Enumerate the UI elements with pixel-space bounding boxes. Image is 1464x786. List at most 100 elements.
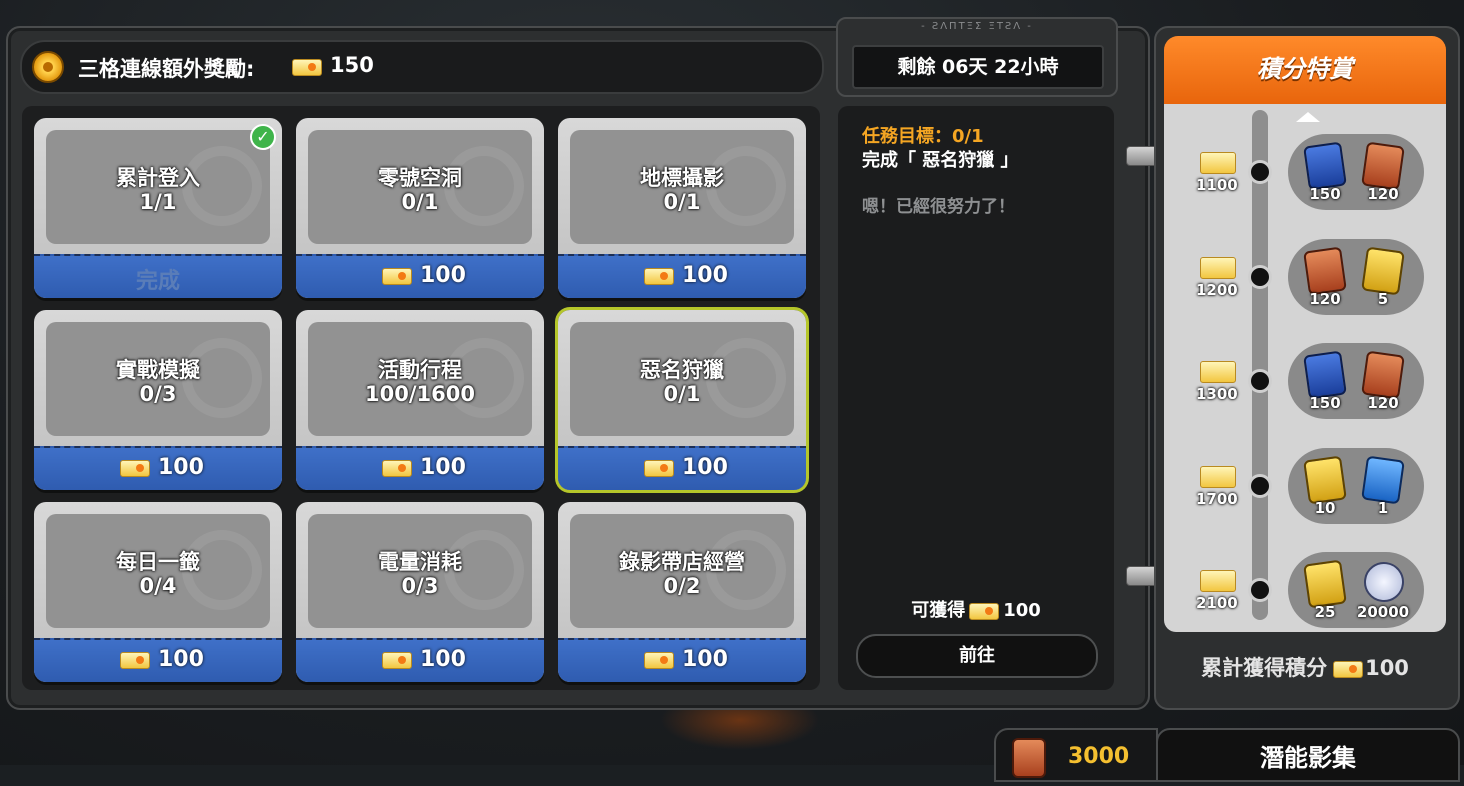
red-book-icon [1303,246,1347,296]
card-reward: 100 [158,647,204,672]
item-count: 20000 [1356,603,1410,621]
gold-chip-icon [1303,455,1347,505]
card-progress: 0/1 [663,190,701,214]
total-points: 累計獲得積分 100 [1164,652,1446,682]
item-count: 1 [1377,499,1389,517]
card-status: 完成 [135,269,180,294]
scroll-up-arrow-icon[interactable] [1296,112,1320,122]
bingo-card[interactable]: 惡名狩獵 0/1 100 [558,310,806,490]
card-progress: 0/3 [139,382,177,406]
bonus-label: 三格連線額外獎勵: [78,57,255,81]
bingo-card[interactable]: 電量消耗 0/3 100 [296,502,544,682]
ticket-icon [1200,570,1236,592]
card-title: 地標攝影 [640,166,724,190]
tier-node [1248,474,1272,498]
card-reward: 100 [682,455,728,480]
card-footer: 完成 [34,254,282,298]
bingo-card[interactable]: 地標攝影 0/1 100 [558,118,806,298]
item-count: 10 [1314,499,1336,517]
bonus-value: 150 [330,53,374,77]
tier-node [1248,578,1272,602]
tier-points: 1300 [1196,385,1238,403]
item-count: 120 [1309,290,1341,308]
ticket-icon [1200,257,1236,279]
card-footer: 100 [296,254,544,298]
card-progress: 100/1600 [365,382,475,406]
card-footer: 100 [558,638,806,682]
ticket-icon [1200,152,1236,174]
total-points-label: 累計獲得積分 [1201,656,1328,680]
ticket-icon [382,652,412,669]
reward-track [1252,110,1268,620]
obtain-value: 100 [1003,600,1041,621]
card-footer: 100 [34,638,282,682]
points-reward-title: 積分特賞 [1164,36,1446,104]
red-book-icon [1361,141,1405,191]
card-progress: 1/1 [139,190,177,214]
ticket-icon [382,268,412,285]
potential-album-tab[interactable]: 潛能影集 [1156,728,1460,782]
card-footer: 100 [558,254,806,298]
card-progress: 0/2 [663,574,701,598]
currency-value: 3000 [1068,744,1130,769]
check-icon: ✓ [250,124,276,150]
blue-book-icon [1303,350,1347,400]
tier-node [1248,369,1272,393]
bingo-card[interactable]: 活動行程 100/1600 100 [296,310,544,490]
ticket-icon [292,59,322,76]
mission-description: 完成「 惡名狩獵 」 [862,150,1019,171]
obtain-label: 可獲得 [911,600,966,621]
tier-points: 1700 [1196,490,1238,508]
ticket-icon [382,460,412,477]
currency-display: 3000 [994,728,1158,782]
card-progress: 0/1 [663,382,701,406]
bingo-card[interactable]: 錄影帶店經營 0/2 100 [558,502,806,682]
bonus-bar: 三格連線額外獎勵: 150 [20,40,824,94]
bingo-card[interactable]: 實戰模擬 0/3 100 [34,310,282,490]
tier-points: 2100 [1196,594,1238,612]
mission-goal: 任務目標：0/1 [862,126,984,147]
bingo-card[interactable]: 每日一籤 0/4 100 [34,502,282,682]
card-reward: 100 [420,263,466,288]
item-count: 5 [1377,290,1389,308]
ticket-icon [1200,361,1236,383]
card-title: 錄影帶店經營 [619,550,745,574]
card-progress: 0/3 [401,574,439,598]
bingo-card[interactable]: 零號空洞 0/1 100 [296,118,544,298]
obtainable-reward: 可獲得 100 [838,596,1114,622]
tier-points: 1200 [1196,281,1238,299]
item-count: 120 [1367,394,1399,412]
blue-card-icon [1361,455,1405,505]
ticket-icon [120,460,150,477]
card-reward: 100 [158,455,204,480]
mission-detail: 任務目標：0/1 完成「 惡名狩獵 」 嗯！已經很努力了！ 可獲得 100 前往 [838,106,1114,690]
card-progress: 0/1 [401,190,439,214]
card-title: 實戰模擬 [116,358,200,382]
card-title: 活動行程 [378,358,462,382]
ticket-icon [644,652,674,669]
timer-decoration: - ƧΛΠΤΞΣ ΞΤƧΛ - [921,21,1033,32]
item-count: 150 [1309,394,1341,412]
item-count: 120 [1367,185,1399,203]
card-footer: 100 [296,638,544,682]
red-book-icon [1012,738,1046,778]
card-title: 每日一籤 [116,550,200,574]
bingo-card[interactable]: 累計登入 1/1 完成 ✓ [34,118,282,298]
bingo-gear-icon [32,51,64,83]
ticket-icon [644,460,674,477]
blue-book-icon [1303,141,1347,191]
card-reward: 100 [420,455,466,480]
card-title: 零號空洞 [378,166,462,190]
card-footer: 100 [34,446,282,490]
item-count: 25 [1314,603,1336,621]
go-button[interactable]: 前往 [856,634,1098,678]
ticket-icon [644,268,674,285]
ticket-icon [1333,660,1364,678]
card-progress: 0/4 [139,574,177,598]
mission-flavor-text: 嗯！已經很努力了！ [862,197,1015,217]
tier-node [1248,265,1272,289]
card-title: 電量消耗 [378,550,462,574]
item-count: 150 [1309,185,1341,203]
total-points-value: 100 [1365,656,1409,680]
tier-points: 1100 [1196,176,1238,194]
